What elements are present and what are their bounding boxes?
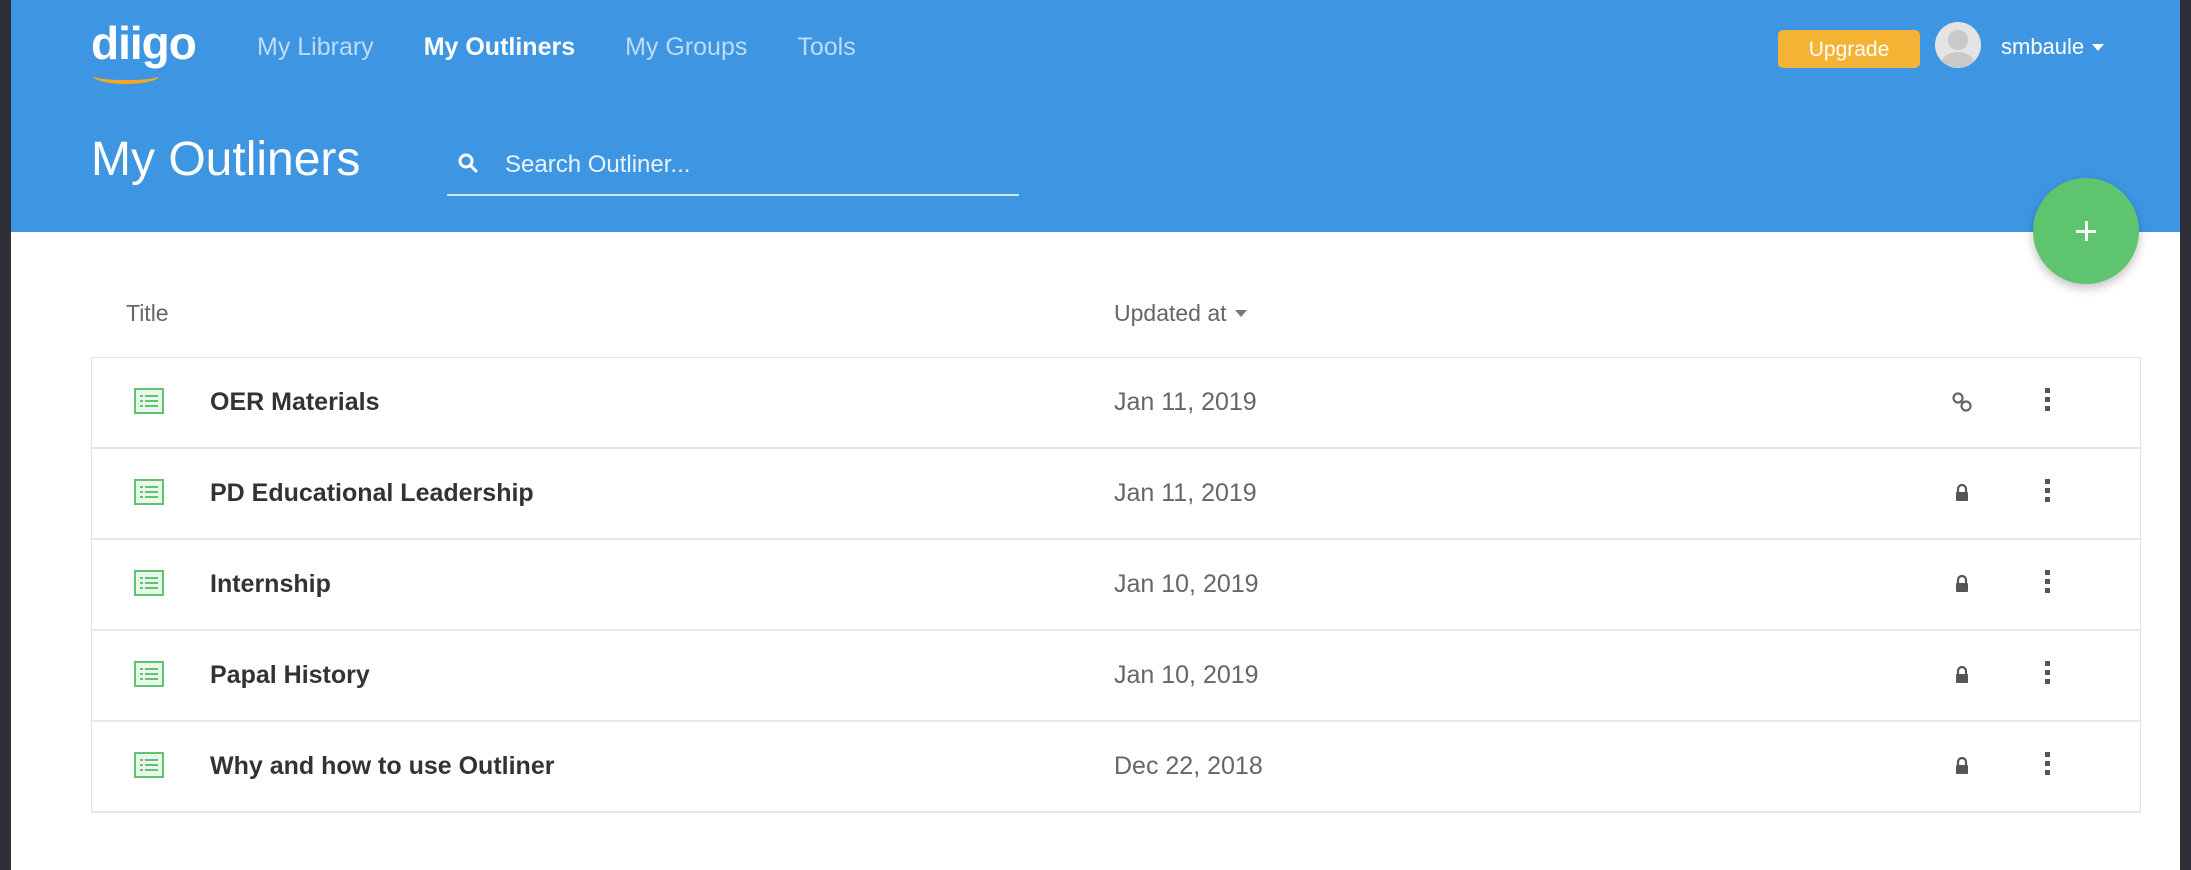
link-icon[interactable] [1950, 390, 1974, 414]
lock-icon[interactable] [1950, 481, 1974, 505]
outliner-row[interactable]: Internship Jan 10, 2019 [92, 540, 2140, 631]
nav-my-outliners[interactable]: My Outliners [424, 30, 575, 64]
outline-list-icon [134, 570, 164, 596]
column-header-updated-label: Updated at [1114, 300, 1227, 326]
nav-my-groups[interactable]: My Groups [625, 30, 747, 64]
outliner-list: OER Materials Jan 11, 2019 PD Educationa… [91, 357, 2141, 813]
add-outliner-button[interactable] [2033, 178, 2139, 284]
username-label: smbaule [2001, 34, 2085, 59]
lock-icon[interactable] [1950, 572, 1974, 596]
avatar[interactable] [1935, 22, 1981, 68]
outliner-title[interactable]: PD Educational Leadership [210, 475, 534, 511]
nav-my-library[interactable]: My Library [257, 30, 374, 64]
outliner-updated-date: Jan 10, 2019 [1114, 570, 1259, 598]
chevron-down-icon [2092, 43, 2105, 51]
more-options-icon[interactable] [2042, 570, 2052, 598]
search-icon [458, 153, 478, 173]
outliner-updated-date: Dec 22, 2018 [1114, 752, 1263, 780]
outliner-title[interactable]: Internship [210, 566, 331, 602]
outline-list-icon [134, 661, 164, 687]
outliner-row[interactable]: Papal History Jan 10, 2019 [92, 631, 2140, 722]
user-menu[interactable]: smbaule [2001, 30, 2105, 64]
lock-icon[interactable] [1950, 754, 1974, 778]
more-options-icon[interactable] [2042, 479, 2052, 507]
more-options-icon[interactable] [2042, 388, 2052, 416]
avatar-shoulders-shape [1941, 52, 1975, 68]
column-header-title: Title [126, 300, 169, 326]
plus-icon-vertical [2085, 221, 2088, 241]
diigo-logo[interactable]: diigo [91, 20, 197, 66]
outliner-title[interactable]: OER Materials [210, 384, 380, 420]
outliner-updated-date: Jan 11, 2019 [1114, 388, 1257, 416]
outliner-title[interactable]: Why and how to use Outliner [210, 748, 554, 784]
outliner-row[interactable]: PD Educational Leadership Jan 11, 2019 [92, 449, 2140, 540]
outliner-title[interactable]: Papal History [210, 657, 370, 693]
page-title: My Outliners [91, 133, 361, 186]
nav-tools[interactable]: Tools [797, 30, 855, 64]
upgrade-button[interactable]: Upgrade [1778, 30, 1920, 68]
column-header-updated-at[interactable]: Updated at [1114, 296, 1247, 330]
outliner-row[interactable]: OER Materials Jan 11, 2019 [92, 358, 2140, 449]
search-bar [447, 138, 1019, 196]
outline-list-icon [134, 752, 164, 778]
outliner-row[interactable]: Why and how to use Outliner Dec 22, 2018 [92, 722, 2140, 813]
main-nav: My Library My Outliners My Groups Tools [257, 30, 906, 64]
outline-list-icon [134, 388, 164, 414]
app-window: diigo My Library My Outliners My Groups … [11, 0, 2180, 870]
outliner-updated-date: Jan 10, 2019 [1114, 661, 1259, 689]
sort-caret-icon [1234, 309, 1247, 317]
lock-icon[interactable] [1950, 663, 1974, 687]
outliner-updated-date: Jan 11, 2019 [1114, 479, 1257, 507]
logo-smile-mark [93, 68, 159, 84]
search-input[interactable] [503, 146, 1007, 184]
top-header: diigo My Library My Outliners My Groups … [11, 0, 2180, 232]
outline-list-icon [134, 479, 164, 505]
avatar-head-shape [1948, 30, 1968, 50]
more-options-icon[interactable] [2042, 661, 2052, 689]
more-options-icon[interactable] [2042, 752, 2052, 780]
